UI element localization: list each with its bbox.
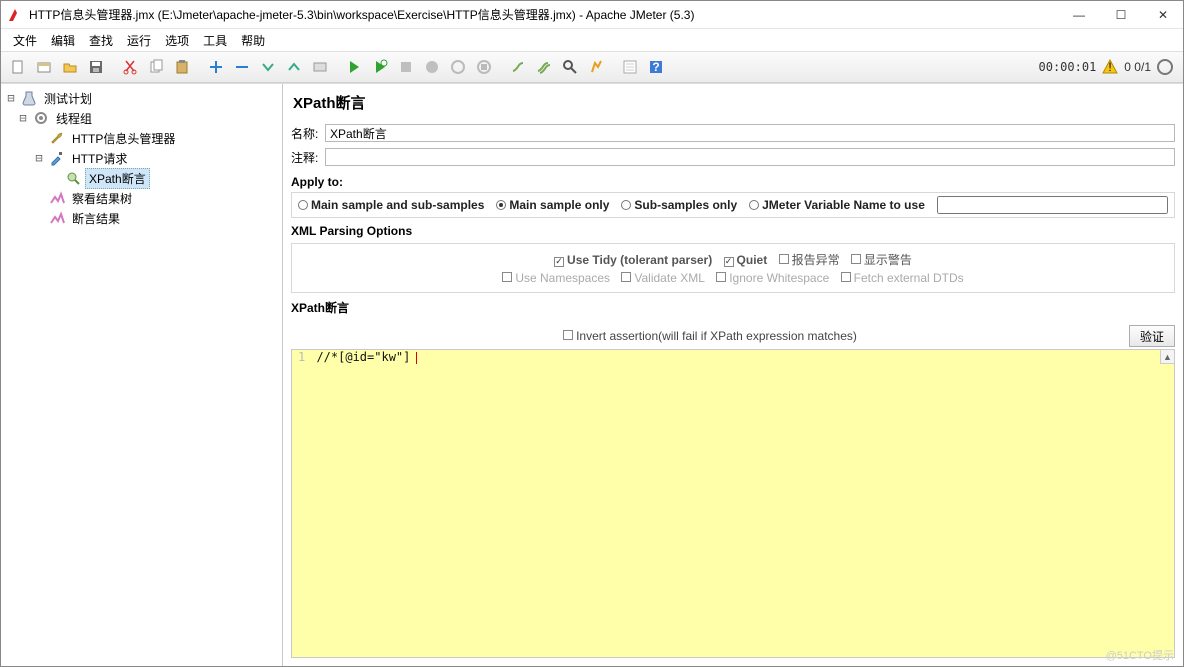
save-icon[interactable] xyxy=(84,55,108,79)
apply-to-group: Main sample and sub-samples Main sample … xyxy=(291,192,1175,218)
cut-icon[interactable] xyxy=(118,55,142,79)
remote-start-icon[interactable] xyxy=(446,55,470,79)
expand-icon[interactable] xyxy=(256,55,280,79)
apply-to-main-only[interactable]: Main sample only xyxy=(496,198,609,212)
menu-file[interactable]: 文件 xyxy=(7,30,43,51)
thread-counts: 0 0/1 xyxy=(1124,60,1151,74)
name-input[interactable] xyxy=(325,124,1175,142)
use-namespaces-checkbox: Use Namespaces xyxy=(502,271,610,285)
report-errors-checkbox[interactable]: 报告异常 xyxy=(779,253,840,267)
window-minimize-button[interactable]: — xyxy=(1065,8,1093,22)
tree-node-thread-group[interactable]: ⊟ 线程组 xyxy=(1,108,282,128)
toolbar: ? 00:00:01 ! 0 0/1 xyxy=(1,51,1183,83)
panel-heading: XPath断言 xyxy=(293,92,1175,113)
comment-input[interactable] xyxy=(325,148,1175,166)
name-label: 名称: xyxy=(291,125,325,142)
add-icon[interactable] xyxy=(204,55,228,79)
open-icon[interactable] xyxy=(58,55,82,79)
jmeter-feather-icon xyxy=(7,7,23,23)
search-icon[interactable] xyxy=(558,55,582,79)
assertion-results-icon xyxy=(49,210,65,226)
magnifier-icon xyxy=(65,170,81,186)
xpath-expression-input[interactable]: //*[@id="kw"] ▲ xyxy=(291,349,1175,658)
active-indicator-icon xyxy=(1157,59,1173,75)
tree-label: 察看结果树 xyxy=(69,189,135,208)
apply-to-sub-only[interactable]: Sub-samples only xyxy=(621,198,737,212)
scroll-up-icon[interactable]: ▲ xyxy=(1160,350,1174,364)
remote-stop-icon[interactable] xyxy=(472,55,496,79)
jmeter-var-input[interactable] xyxy=(937,196,1168,214)
collapse-handle-icon[interactable]: ⊟ xyxy=(5,91,17,105)
start-no-timer-icon[interactable] xyxy=(368,55,392,79)
results-tree-icon xyxy=(49,190,65,206)
start-icon[interactable] xyxy=(342,55,366,79)
menu-tools[interactable]: 工具 xyxy=(197,30,233,51)
comment-label: 注释: xyxy=(291,149,325,166)
function-helper-icon[interactable] xyxy=(618,55,642,79)
apply-to-main-and-sub[interactable]: Main sample and sub-samples xyxy=(298,198,484,212)
thread-group-icon xyxy=(33,110,49,126)
tree-label: HTTP请求 xyxy=(69,149,130,168)
svg-text:?: ? xyxy=(652,60,659,74)
clear-icon[interactable] xyxy=(506,55,530,79)
ignore-whitespace-checkbox: Ignore Whitespace xyxy=(716,271,829,285)
tree-node-assertion-results[interactable]: 断言结果 xyxy=(1,208,282,228)
show-warnings-checkbox[interactable]: 显示警告 xyxy=(851,253,912,267)
tree-label: 线程组 xyxy=(53,109,95,128)
quiet-checkbox[interactable]: Quiet xyxy=(724,253,768,267)
watermark: @51CTO提示 xyxy=(1106,647,1174,663)
remove-icon[interactable] xyxy=(230,55,254,79)
stop-icon[interactable] xyxy=(394,55,418,79)
templates-icon[interactable] xyxy=(32,55,56,79)
menu-search[interactable]: 查找 xyxy=(83,30,119,51)
svg-text:!: ! xyxy=(1109,60,1112,74)
tree-node-test-plan[interactable]: ⊟ 测试计划 xyxy=(1,88,282,108)
window-maximize-button[interactable]: ☐ xyxy=(1107,8,1135,22)
clear-all-icon[interactable] xyxy=(532,55,556,79)
paste-icon[interactable] xyxy=(170,55,194,79)
reset-search-icon[interactable] xyxy=(584,55,608,79)
tree-label: HTTP信息头管理器 xyxy=(69,129,178,148)
elapsed-time: 00:00:01 xyxy=(1039,60,1097,74)
window-title: HTTP信息头管理器.jmx (E:\Jmeter\apache-jmeter-… xyxy=(29,6,1057,23)
validate-xml-checkbox: Validate XML xyxy=(621,271,704,285)
menu-run[interactable]: 运行 xyxy=(121,30,157,51)
warning-icon[interactable]: ! xyxy=(1102,59,1118,75)
menu-edit[interactable]: 编辑 xyxy=(45,30,81,51)
window-close-button[interactable]: ✕ xyxy=(1149,8,1177,22)
help-icon[interactable]: ? xyxy=(644,55,668,79)
xml-parsing-label: XML Parsing Options xyxy=(291,224,1175,238)
copy-icon[interactable] xyxy=(144,55,168,79)
fetch-dtd-checkbox: Fetch external DTDs xyxy=(841,271,964,285)
xpath-expression-text: //*[@id="kw"] xyxy=(292,348,416,366)
apply-to-label: Apply to: xyxy=(291,175,1175,189)
wrench-icon xyxy=(49,130,65,146)
tree-label: XPath断言 xyxy=(85,168,150,189)
tree-label: 测试计划 xyxy=(41,89,95,108)
tree-node-view-results-tree[interactable]: 察看结果树 xyxy=(1,188,282,208)
xpath-section-label: XPath断言 xyxy=(291,299,1175,316)
menu-options[interactable]: 选项 xyxy=(159,30,195,51)
new-icon[interactable] xyxy=(6,55,30,79)
collapse-handle-icon[interactable]: ⊟ xyxy=(17,111,29,125)
use-tidy-checkbox[interactable]: Use Tidy (tolerant parser) xyxy=(554,253,712,267)
beaker-icon xyxy=(21,90,37,106)
editor-panel: XPath断言 名称: 注释: Apply to: Main sample an… xyxy=(283,84,1183,666)
invert-assertion-checkbox[interactable]: Invert assertion(will fail if XPath expr… xyxy=(563,329,857,343)
tree-node-http-request[interactable]: ⊟ HTTP请求 xyxy=(1,148,282,168)
apply-to-jmeter-var[interactable]: JMeter Variable Name to use xyxy=(749,198,925,212)
tree-label: 断言结果 xyxy=(69,209,123,228)
test-plan-tree[interactable]: ⊟ 测试计划 ⊟ 线程组 HTTP信息头管理器 ⊟ HTTP请求 xyxy=(1,84,283,666)
menubar: 文件 编辑 查找 运行 选项 工具 帮助 xyxy=(1,29,1183,51)
collapse-handle-icon[interactable]: ⊟ xyxy=(33,151,45,165)
tree-node-http-header-manager[interactable]: HTTP信息头管理器 xyxy=(1,128,282,148)
toggle-icon[interactable] xyxy=(308,55,332,79)
tree-node-xpath-assertion[interactable]: XPath断言 xyxy=(1,168,282,188)
menu-help[interactable]: 帮助 xyxy=(235,30,271,51)
validate-button[interactable]: 验证 xyxy=(1129,325,1175,347)
eyedropper-icon xyxy=(49,150,65,166)
titlebar: HTTP信息头管理器.jmx (E:\Jmeter\apache-jmeter-… xyxy=(1,1,1183,29)
shutdown-icon[interactable] xyxy=(420,55,444,79)
collapse-icon[interactable] xyxy=(282,55,306,79)
